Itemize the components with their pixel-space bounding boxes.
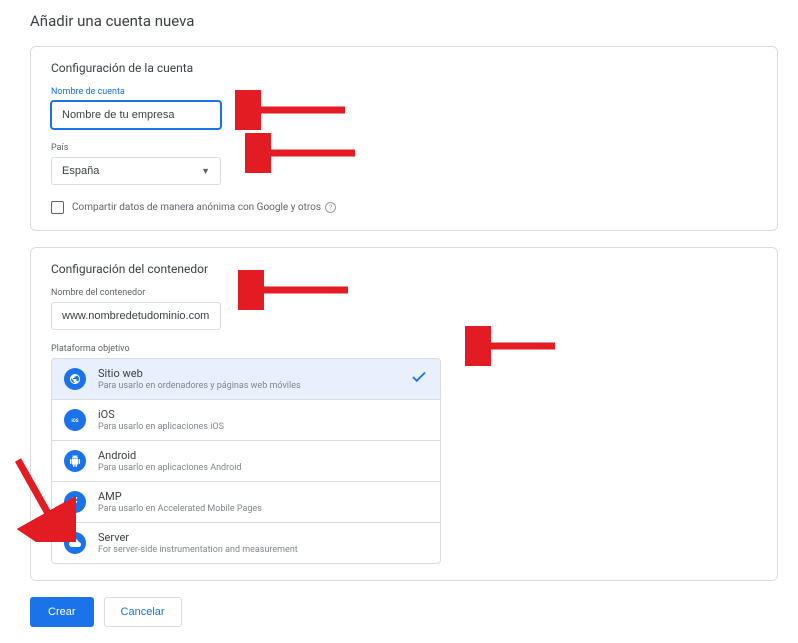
share-data-label: Compartir datos de manera anónima con Go… — [72, 202, 336, 213]
chevron-down-icon: ▼ — [201, 166, 210, 176]
server-icon — [64, 532, 86, 554]
globe-icon — [64, 368, 86, 390]
info-icon[interactable]: ? — [325, 202, 336, 213]
amp-icon — [64, 491, 86, 513]
account-config-card: Configuración de la cuenta Nombre de cue… — [30, 46, 778, 231]
create-button[interactable]: Crear — [30, 597, 94, 627]
container-config-card: Configuración del contenedor Nombre del … — [30, 247, 778, 581]
svg-text:iOS: iOS — [71, 418, 78, 424]
platform-desc: Para usarlo en ordenadores y páginas web… — [98, 381, 398, 391]
platform-desc: Para usarlo en aplicaciones Android — [98, 463, 428, 473]
platform-desc: Para usarlo en aplicaciones iOS — [98, 422, 428, 432]
platform-ios[interactable]: iOS iOS Para usarlo en aplicaciones iOS — [52, 400, 440, 441]
account-name-label: Nombre de cuenta — [51, 87, 757, 97]
cancel-button[interactable]: Cancelar — [104, 597, 182, 627]
container-name-input[interactable] — [51, 302, 221, 330]
platform-name: Server — [98, 531, 428, 544]
country-select[interactable]: España ▼ — [51, 157, 221, 185]
container-name-label: Nombre del contenedor — [51, 288, 757, 298]
platform-label: Plataforma objetivo — [51, 344, 757, 354]
platform-web[interactable]: Sitio web Para usarlo en ordenadores y p… — [52, 359, 440, 400]
check-icon — [410, 368, 428, 390]
ios-icon: iOS — [64, 409, 86, 431]
platform-list: Sitio web Para usarlo en ordenadores y p… — [51, 358, 441, 564]
platform-server[interactable]: Server For server-side instrumentation a… — [52, 523, 440, 563]
platform-name: iOS — [98, 408, 428, 421]
platform-desc: Para usarlo en Accelerated Mobile Pages — [98, 504, 428, 514]
platform-desc: For server-side instrumentation and meas… — [98, 545, 428, 555]
share-data-checkbox[interactable] — [51, 201, 64, 214]
country-value: España — [62, 165, 99, 177]
platform-name: Sitio web — [98, 367, 398, 380]
country-label: País — [51, 143, 757, 153]
account-config-title: Configuración de la cuenta — [51, 61, 757, 75]
account-name-input[interactable] — [51, 101, 221, 129]
platform-name: Android — [98, 449, 428, 462]
platform-name: AMP — [98, 490, 428, 503]
page-title: Añadir una cuenta nueva — [30, 12, 778, 30]
platform-amp[interactable]: AMP Para usarlo en Accelerated Mobile Pa… — [52, 482, 440, 523]
container-config-title: Configuración del contenedor — [51, 262, 757, 276]
platform-android[interactable]: Android Para usarlo en aplicaciones Andr… — [52, 441, 440, 482]
android-icon — [64, 450, 86, 472]
